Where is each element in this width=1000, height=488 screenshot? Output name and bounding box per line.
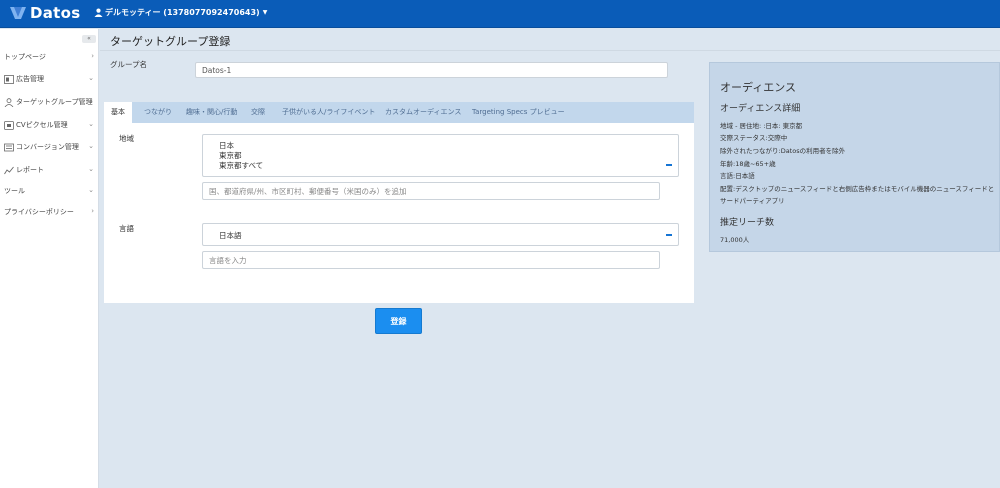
region-all-tokyo: 東京都すべて bbox=[219, 161, 264, 170]
chevron-down-icon: ⌄ bbox=[88, 97, 94, 105]
caret-down-icon: ▼ bbox=[262, 9, 268, 16]
chevron-right-icon: › bbox=[91, 52, 94, 60]
remove-language-icon[interactable] bbox=[666, 234, 672, 236]
language-selected: 日本語 bbox=[219, 231, 242, 240]
audience-detail-region: 地域 - 居住地: :日本: 東京都 bbox=[720, 122, 803, 130]
region-label: 地域 bbox=[119, 134, 134, 143]
audience-detail-language: 言語:日本語 bbox=[720, 172, 755, 180]
audience-detail-age: 年齢:18歳~65+歳 bbox=[720, 160, 776, 168]
user-menu[interactable]: デルモッティー (1378077092470643) ▼ bbox=[94, 7, 267, 18]
tab-bar: 基本 つながり 趣味・関心/行動 交際 子供がいる人/ライフイベント カスタムオ… bbox=[104, 102, 694, 123]
chevron-right-icon: › bbox=[91, 207, 94, 215]
ad-icon bbox=[4, 74, 14, 84]
audience-panel: オーディエンス オーディエンス詳細 地域 - 居住地: :日本: 東京都 交際ス… bbox=[709, 62, 1000, 252]
sidebar-item-label: ツール bbox=[4, 187, 25, 195]
language-selection-box: 日本語 bbox=[202, 223, 679, 246]
tab-parents-life-events[interactable]: 子供がいる人/ライフイベント bbox=[282, 102, 375, 123]
estimated-reach-value: 71,000人 bbox=[720, 236, 750, 244]
sidebar-item-top-page[interactable]: トップページ › bbox=[0, 48, 99, 66]
conversion-icon bbox=[4, 143, 14, 152]
tab-basic[interactable]: 基本 bbox=[104, 102, 132, 123]
audience-detail-title: オーディエンス詳細 bbox=[720, 104, 801, 114]
chevron-down-icon: ⌄ bbox=[88, 74, 94, 82]
tab-connections[interactable]: つながり bbox=[144, 102, 172, 123]
language-label: 言語 bbox=[119, 224, 134, 233]
sidebar-item-label: コンバージョン管理 bbox=[16, 143, 79, 151]
sidebar-item-privacy-policy[interactable]: プライバシーポリシー › bbox=[0, 203, 99, 221]
audience-title: オーディエンス bbox=[720, 81, 797, 94]
tab-interests-behaviors[interactable]: 趣味・関心/行動 bbox=[186, 102, 237, 123]
sidebar-collapse-button[interactable]: « bbox=[82, 35, 96, 43]
basic-tab-panel: 地域 日本 東京都 東京都すべて 国、都道府県/州、市区町村、郵便番号（米国のみ… bbox=[104, 123, 694, 303]
tab-custom-audience[interactable]: カスタムオーディエンス bbox=[385, 102, 461, 123]
region-search-input[interactable]: 国、都道府県/州、市区町村、郵便番号（米国のみ）を追加 bbox=[202, 182, 660, 200]
sidebar-item-label: プライバシーポリシー bbox=[4, 208, 74, 216]
sidebar-item-label: トップページ bbox=[4, 53, 46, 61]
chevron-down-icon: ⌄ bbox=[88, 165, 94, 173]
region-selection-box: 日本 東京都 東京都すべて bbox=[202, 134, 679, 177]
chevron-down-icon: ⌄ bbox=[88, 120, 94, 128]
user-outline-icon bbox=[4, 97, 14, 107]
estimated-reach-title: 推定リーチ数 bbox=[720, 218, 775, 228]
sidebar: « トップページ › 広告管理 ⌄ ターゲットグループ管理 ⌄ CVピクセル管理… bbox=[0, 29, 99, 488]
audience-detail-placement-cont: サードパーティアプリ bbox=[720, 197, 785, 205]
page-title: ターゲットグループ登録 bbox=[110, 35, 231, 48]
datos-logo[interactable]: Datos bbox=[10, 4, 80, 22]
remove-region-icon[interactable] bbox=[666, 164, 672, 166]
audience-detail-relationship: 交際ステータス:交際中 bbox=[720, 134, 788, 142]
sidebar-item-label: 広告管理 bbox=[16, 75, 44, 83]
sidebar-item-conversion[interactable]: コンバージョン管理 ⌄ bbox=[0, 138, 99, 156]
sidebar-item-label: CVピクセル管理 bbox=[16, 121, 68, 129]
audience-detail-placement: 配置:デスクトップのニュースフィードと右側広告枠またはモバイル機器のニュースフィ… bbox=[720, 185, 995, 193]
chevron-down-icon: ⌄ bbox=[88, 142, 94, 150]
tab-relationship[interactable]: 交際 bbox=[251, 102, 265, 123]
sidebar-item-cv-pixel[interactable]: CVピクセル管理 ⌄ bbox=[0, 116, 99, 134]
group-name-input[interactable]: Datos-1 bbox=[195, 62, 668, 78]
chevron-down-icon: ⌄ bbox=[88, 186, 94, 194]
group-name-label: グループ名 bbox=[110, 60, 148, 69]
user-menu-label: デルモッティー (1378077092470643) bbox=[105, 8, 260, 17]
sidebar-item-ad-management[interactable]: 広告管理 ⌄ bbox=[0, 70, 99, 88]
divider bbox=[100, 50, 1000, 51]
sidebar-item-target-group[interactable]: ターゲットグループ管理 ⌄ bbox=[0, 93, 99, 111]
top-bar: Datos デルモッティー (1378077092470643) ▼ bbox=[0, 0, 1000, 28]
pixel-icon bbox=[4, 120, 14, 130]
logo-mark-icon bbox=[10, 7, 26, 19]
user-icon bbox=[94, 8, 103, 17]
chart-line-icon bbox=[4, 166, 14, 175]
brand-name: Datos bbox=[30, 4, 81, 22]
language-search-input[interactable]: 言語を入力 bbox=[202, 251, 660, 269]
tab-targeting-specs-preview[interactable]: Targeting Specs プレビュー bbox=[472, 102, 565, 123]
register-button[interactable]: 登録 bbox=[375, 308, 422, 334]
audience-detail-excluded: 除外されたつながり:Datosの利用者を除外 bbox=[720, 147, 846, 155]
sidebar-item-label: レポート bbox=[16, 166, 44, 174]
sidebar-item-report[interactable]: レポート ⌄ bbox=[0, 161, 99, 179]
sidebar-item-tools[interactable]: ツール ⌄ bbox=[0, 182, 99, 200]
sidebar-item-label: ターゲットグループ管理 bbox=[16, 98, 93, 106]
